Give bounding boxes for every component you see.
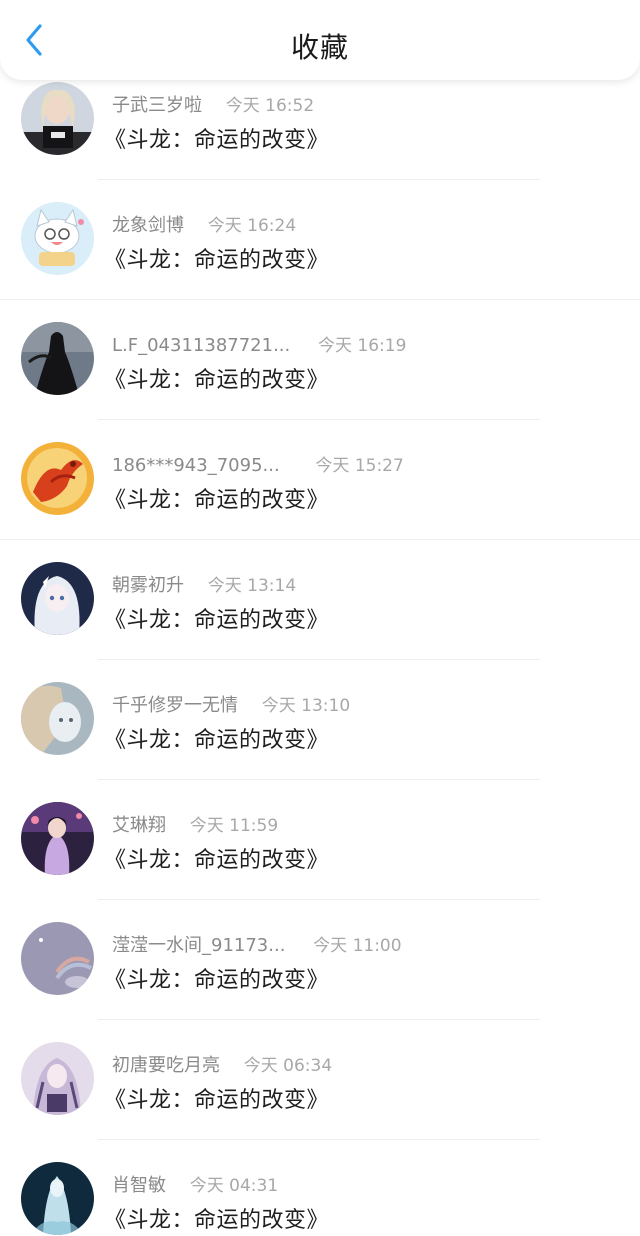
username: 千乎修罗一无情 <box>112 695 238 716</box>
item-meta: 艾琳翔 今天 11:59 <box>112 811 278 837</box>
avatar[interactable] <box>21 442 94 515</box>
avatar[interactable] <box>21 562 94 635</box>
item-meta: 朝雾初升 今天 13:14 <box>112 571 296 597</box>
favorites-page: 收藏 子武三岁啦 今天 16:52 《斗龙：命运的改变》 龙象剑博 今天 16:… <box>0 0 640 1236</box>
book-title: 《斗龙：命运的改变》 <box>104 608 330 633</box>
item-meta: 龙象剑博 今天 16:24 <box>112 211 296 237</box>
divider <box>98 1139 540 1140</box>
list-item[interactable]: 朝雾初升 今天 13:14 《斗龙：命运的改变》 <box>0 560 640 680</box>
item-meta: 初唐要吃月亮 今天 06:34 <box>112 1051 332 1077</box>
username: 朝雾初升 <box>112 575 184 596</box>
username: 艾琳翔 <box>112 815 166 836</box>
timestamp: 今天 13:10 <box>261 696 351 716</box>
divider <box>98 659 540 660</box>
divider <box>98 1019 540 1020</box>
avatar[interactable] <box>21 1162 94 1235</box>
book-title: 《斗龙：命运的改变》 <box>104 1208 330 1233</box>
divider <box>98 779 540 780</box>
avatar[interactable] <box>21 322 94 395</box>
avatar[interactable] <box>21 1042 94 1115</box>
page-title: 收藏 <box>290 31 349 64</box>
item-meta: 千乎修罗一无情 今天 13:10 <box>112 691 350 717</box>
book-title: 《斗龙：命运的改变》 <box>104 368 330 393</box>
timestamp: 今天 04:31 <box>189 1176 279 1196</box>
divider <box>0 539 640 540</box>
username: 龙象剑博 <box>112 215 184 236</box>
username: 肖智敏 <box>112 1175 166 1196</box>
divider <box>0 299 640 300</box>
timestamp: 今天 16:24 <box>207 216 297 236</box>
username: 初唐要吃月亮 <box>112 1055 220 1076</box>
timestamp: 今天 16:52 <box>225 96 315 116</box>
username: 子武三岁啦 <box>112 95 202 116</box>
list-item[interactable]: 186***943_7095... 今天 15:27 《斗龙：命运的改变》 <box>0 440 640 560</box>
item-meta: 滢滢一水间_91173... 今天 11:00 <box>112 931 402 957</box>
username: 186***943_7095... <box>112 455 280 476</box>
book-title: 《斗龙：命运的改变》 <box>104 968 330 993</box>
book-title: 《斗龙：命运的改变》 <box>104 728 330 753</box>
list-item[interactable]: 初唐要吃月亮 今天 06:34 《斗龙：命运的改变》 <box>0 1040 640 1160</box>
list-item[interactable]: L.F_04311387721... 今天 16:19 《斗龙：命运的改变》 <box>0 320 640 440</box>
avatar[interactable] <box>21 202 94 275</box>
avatar[interactable] <box>21 82 94 155</box>
book-title: 《斗龙：命运的改变》 <box>104 128 330 153</box>
item-meta: 子武三岁啦 今天 16:52 <box>112 91 314 117</box>
list-item[interactable]: 子武三岁啦 今天 16:52 《斗龙：命运的改变》 <box>0 80 640 200</box>
list-item[interactable]: 艾琳翔 今天 11:59 《斗龙：命运的改变》 <box>0 800 640 920</box>
username: 滢滢一水间_91173... <box>112 935 286 956</box>
book-title: 《斗龙：命运的改变》 <box>104 248 330 273</box>
username: L.F_04311387721... <box>112 335 291 356</box>
list-item[interactable]: 千乎修罗一无情 今天 13:10 《斗龙：命运的改变》 <box>0 680 640 800</box>
divider <box>98 179 540 180</box>
item-meta: 186***943_7095... 今天 15:27 <box>112 451 404 476</box>
avatar[interactable] <box>21 922 94 995</box>
timestamp: 今天 06:34 <box>243 1056 333 1076</box>
item-meta: L.F_04311387721... 今天 16:19 <box>112 331 406 356</box>
timestamp: 今天 15:27 <box>315 456 404 476</box>
list-item[interactable]: 肖智敏 今天 04:31 《斗龙：命运的改变》 <box>0 1160 640 1236</box>
timestamp: 今天 13:14 <box>207 576 297 596</box>
timestamp: 今天 11:00 <box>313 936 402 956</box>
book-title: 《斗龙：命运的改变》 <box>104 488 330 513</box>
list-item[interactable]: 滢滢一水间_91173... 今天 11:00 《斗龙：命运的改变》 <box>0 920 640 1040</box>
book-title: 《斗龙：命运的改变》 <box>104 1088 330 1113</box>
item-meta: 肖智敏 今天 04:31 <box>112 1171 278 1197</box>
book-title: 《斗龙：命运的改变》 <box>104 848 330 873</box>
list-item[interactable]: 龙象剑博 今天 16:24 《斗龙：命运的改变》 <box>0 200 640 320</box>
divider <box>98 419 540 420</box>
top-nav-bar: 收藏 <box>0 0 640 80</box>
avatar[interactable] <box>21 802 94 875</box>
timestamp: 今天 11:59 <box>189 816 279 836</box>
timestamp: 今天 16:19 <box>317 336 407 356</box>
avatar[interactable] <box>21 682 94 755</box>
divider <box>98 899 540 900</box>
